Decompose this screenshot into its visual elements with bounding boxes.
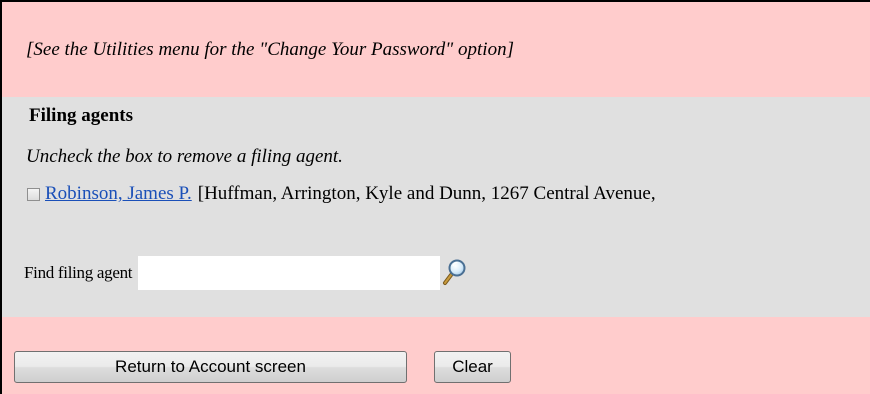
- account-frame: [See the Utilities menu for the "Change …: [0, 0, 870, 394]
- find-filing-agent-input[interactable]: [138, 256, 441, 290]
- password-note: [See the Utilities menu for the "Change …: [26, 39, 514, 60]
- clear-button[interactable]: Clear: [434, 351, 511, 383]
- filing-agents-hint: Uncheck the box to remove a filing agent…: [26, 146, 343, 167]
- filing-agent-row: Robinson, James P. [Huffman, Arrington, …: [27, 182, 656, 206]
- return-to-account-button[interactable]: Return to Account screen: [14, 351, 407, 383]
- filing-agent-link[interactable]: Robinson, James P.: [45, 183, 192, 205]
- filing-agents-title: Filing agents: [29, 105, 133, 126]
- find-filing-agent-row: Find filing agent: [24, 255, 468, 291]
- search-icon[interactable]: [442, 258, 468, 288]
- filing-agent-detail: [Huffman, Arrington, Kyle and Dunn, 1267…: [197, 183, 656, 204]
- filing-agent-checkbox[interactable]: [27, 187, 40, 201]
- filing-agents-section: Filing agents Uncheck the box to remove …: [2, 97, 870, 317]
- find-filing-agent-label: Find filing agent: [24, 263, 133, 282]
